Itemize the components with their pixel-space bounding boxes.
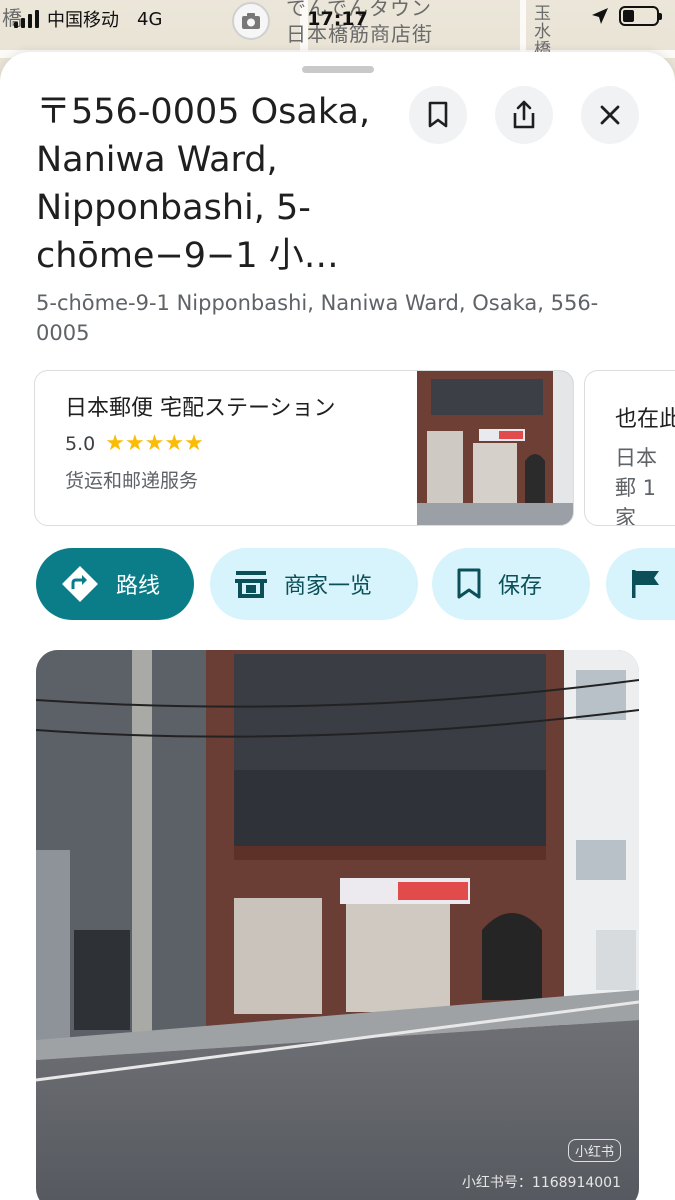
flag-icon [632, 570, 659, 598]
business-list-button[interactable]: 商家一览 [210, 548, 418, 620]
place-title: 〒556-0005 Osaka, Naniwa Ward, Nipponbash… [36, 92, 371, 276]
battery-level [623, 10, 635, 22]
place-sheet: 〒556-0005 Osaka, Naniwa Ward, Nipponbash… [0, 52, 675, 1200]
network-type: 4G [137, 8, 163, 30]
bookmark-icon [428, 101, 448, 128]
carrier-name: 中国移动 [47, 10, 119, 31]
street-scene-image [36, 650, 639, 1200]
rating-value: 5.0 [65, 432, 96, 455]
watermark: 小红书 小红书号：1168914001 [462, 1139, 621, 1192]
flag-button[interactable] [606, 548, 675, 620]
street-view-photo[interactable]: 小红书 小红书号：1168914001 [36, 650, 639, 1200]
battery-icon [619, 6, 662, 26]
business-rating: 5.0 ★★★★★ [65, 431, 425, 456]
directions-icon [62, 566, 98, 602]
watermark-id: 小红书号：1168914001 [461, 1175, 621, 1191]
nearby-cards: 日本郵便 宅配ステーション 5.0 ★★★★★ 货运和邮递服务 也在此 日本郵 … [34, 370, 675, 526]
also-here-title: 也在此 [615, 407, 675, 432]
location-arrow-icon [592, 8, 608, 24]
storefront-icon [235, 571, 267, 598]
action-chips: 路线 商家一览 保存 [36, 548, 675, 620]
save-bookmark-button[interactable] [409, 86, 467, 144]
also-here-count: 日本郵 1 家 [615, 446, 657, 526]
share-button[interactable] [495, 86, 553, 144]
bookmark-icon [457, 568, 481, 599]
business-name: 日本郵便 宅配ステーション [65, 396, 336, 421]
status-bar: 中国移动 4G 17:17 [0, 0, 675, 38]
close-icon [600, 105, 620, 125]
business-category: 货运和邮递服务 [65, 470, 199, 492]
close-button[interactable] [581, 86, 639, 144]
star-rating-icon: ★★★★★ [105, 431, 204, 456]
directions-label: 路线 [116, 574, 161, 599]
storefront-photo [417, 371, 573, 525]
signal-icon [14, 10, 39, 28]
business-card[interactable]: 日本郵便 宅配ステーション 5.0 ★★★★★ 货运和邮递服务 [34, 370, 574, 526]
business-photo[interactable] [417, 371, 573, 525]
header-actions [409, 86, 639, 144]
place-address: 5-chōme-9-1 Nipponbashi, Naniwa Ward, Os… [36, 291, 599, 345]
save-button[interactable]: 保存 [432, 548, 590, 620]
share-icon [513, 100, 535, 129]
drag-handle[interactable] [302, 66, 374, 73]
also-here-card[interactable]: 也在此 日本郵 1 家 [584, 370, 675, 526]
business-list-label: 商家一览 [284, 574, 373, 599]
directions-button[interactable]: 路线 [36, 548, 194, 620]
watermark-badge: 小红书 [567, 1139, 621, 1162]
save-label: 保存 [498, 574, 543, 599]
